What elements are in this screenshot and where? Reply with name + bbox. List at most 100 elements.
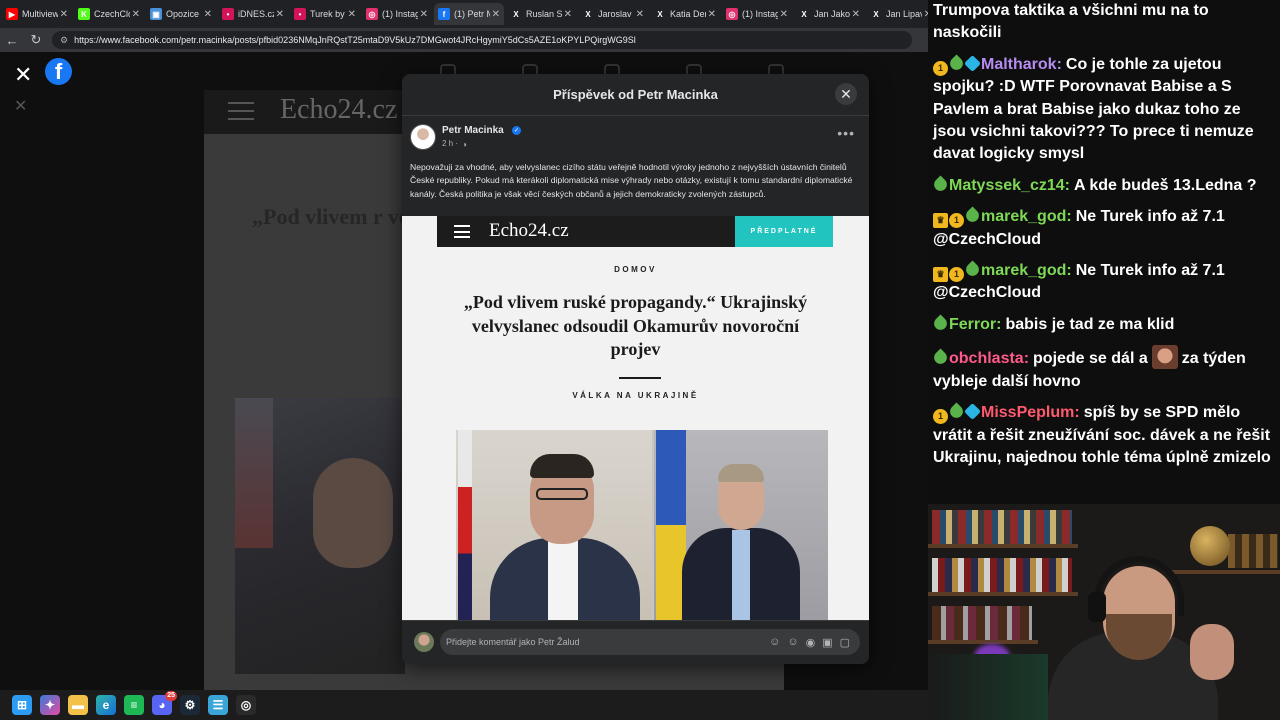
- url-input[interactable]: ⚙ https://www.facebook.com/petr.macinka/…: [52, 31, 912, 49]
- tab-close-icon[interactable]: ✕: [348, 9, 356, 20]
- obs-icon[interactable]: ◎: [236, 695, 256, 715]
- idnes-icon: •: [222, 8, 234, 20]
- discord-icon[interactable]: ◕ 25: [152, 691, 177, 715]
- dialog-header: Příspěvek od Petr Macinka ✕: [402, 74, 869, 116]
- stream-chat: Trumpova taktika a všichni mu na to nask…: [928, 0, 1280, 504]
- background-headline: „Pod vlivem r velvyslanec o: [252, 204, 402, 229]
- tab-title: Jan Lipav: [886, 9, 922, 19]
- site-info-icon[interactable]: ⚙: [60, 35, 68, 46]
- chat-username[interactable]: Matyssek_cz14:: [949, 177, 1070, 194]
- background-close-icon: ✕: [14, 98, 28, 115]
- windows-start-icon[interactable]: ⊞: [12, 695, 32, 715]
- browser-tab[interactable]: X Jan Lipav ✕: [866, 3, 928, 25]
- chat-username[interactable]: MissPeplum:: [981, 404, 1080, 421]
- browser-tab[interactable]: ▣ Opozice ✕: [146, 3, 216, 25]
- headset: [1094, 556, 1184, 616]
- gif-icon[interactable]: ▣: [822, 636, 832, 649]
- browser-tab[interactable]: • iDNES.cz ✕: [218, 3, 288, 25]
- browser-tab[interactable]: f (1) Petr M✕: [434, 3, 504, 25]
- subscribe-banner: PŘEDPLATNÉ: [735, 216, 833, 247]
- browser-tab[interactable]: X Jan Jakob✕: [794, 3, 864, 25]
- url-text: https://www.facebook.com/petr.macinka/po…: [74, 35, 636, 45]
- tab-close-icon[interactable]: ✕: [636, 9, 644, 20]
- tab-close-icon[interactable]: ✕: [492, 9, 500, 20]
- back-icon[interactable]: ←: [0, 28, 24, 52]
- tab-close-icon[interactable]: ✕: [564, 9, 572, 20]
- drop-badge-icon: [931, 314, 950, 333]
- chat-emote: [1151, 345, 1178, 370]
- tab-close-icon[interactable]: ✕: [276, 9, 284, 20]
- file-explorer-icon[interactable]: ▬: [68, 695, 88, 715]
- tab-close-icon[interactable]: ✕: [852, 9, 860, 20]
- chat-text: babis je tad ze ma klid: [1005, 315, 1175, 333]
- article-category: DOMOV: [614, 265, 657, 274]
- chat-text: A kde budeš 13.Ledna ?: [1073, 176, 1257, 194]
- avatar-sticker-icon[interactable]: ☺: [769, 636, 780, 649]
- tab-close-icon[interactable]: ✕: [780, 9, 788, 20]
- browser-tab[interactable]: • Turek by ✕: [290, 3, 360, 25]
- photo-right-person: 1: [654, 430, 828, 620]
- globe-decoration: [1190, 526, 1230, 566]
- browser-tab[interactable]: ◎ (1) Instagram✕: [722, 3, 792, 25]
- instagram-icon: ◎: [366, 8, 378, 20]
- comment-input[interactable]: Přidejte komentář jako Petr Žalud ☺ ☺ ◉ …: [440, 629, 860, 655]
- post-header: Petr Macinka ✓ 2 h · ◑ •••: [410, 123, 869, 155]
- browser-tab[interactable]: K CzechCloud✕: [74, 3, 144, 25]
- chat-username[interactable]: Ferror:: [949, 316, 1001, 333]
- chat-username[interactable]: marek_god:: [981, 262, 1072, 279]
- author-name[interactable]: Petr Macinka: [442, 125, 504, 136]
- chat-username[interactable]: Maltharok:: [981, 56, 1062, 73]
- echo-site-logo: Echo24.cz: [489, 220, 569, 241]
- chat-text: pojede se dál a: [1033, 350, 1148, 368]
- steam-icon[interactable]: ⚙: [180, 695, 200, 715]
- comment-bar: Přidejte komentář jako Petr Žalud ☺ ☺ ◉ …: [402, 620, 869, 664]
- tab-title: Ruslan St: [526, 9, 562, 19]
- sticker-icon[interactable]: ▢: [840, 636, 850, 649]
- idnes-icon: •: [294, 8, 306, 20]
- chat-message: Trumpova taktika a všichni mu na to nask…: [933, 0, 1274, 45]
- more-options-icon[interactable]: •••: [837, 125, 855, 141]
- chat-username[interactable]: obchlasta:: [949, 350, 1029, 367]
- browser-tab[interactable]: ▶ Multiview ✕: [2, 3, 72, 25]
- chat-message: obchlasta: pojede se dál a za týden vyblej…: [931, 345, 1274, 393]
- dialog-close-button[interactable]: ✕: [835, 83, 857, 105]
- edge-icon[interactable]: e: [96, 695, 116, 715]
- tab-title: iDNES.cz: [238, 9, 274, 19]
- tab-close-icon[interactable]: ✕: [708, 9, 716, 20]
- coin-badge-icon: 1: [949, 213, 964, 229]
- tab-close-icon[interactable]: ✕: [132, 9, 140, 20]
- crown-badge-icon: ♛: [933, 213, 948, 229]
- camera-icon[interactable]: ◉: [806, 636, 816, 649]
- chat-message: 1 MissPeplum: spíš by se SPD mělo vrátit a…: [933, 402, 1274, 469]
- reload-icon[interactable]: ↻: [24, 28, 48, 52]
- tab-title: Turek by: [310, 9, 345, 19]
- facebook-logo-icon[interactable]: f: [45, 58, 72, 85]
- echo-header-bar: Echo24.cz: [437, 216, 735, 247]
- browser-tab[interactable]: X Katia Der ✕: [650, 3, 720, 25]
- emoji-icon[interactable]: ☺: [787, 636, 798, 649]
- post-timestamp[interactable]: 2 h ·: [442, 139, 458, 148]
- author-avatar[interactable]: [410, 124, 436, 150]
- tab-title: CzechCloud: [94, 9, 130, 19]
- chat-message: Ferror: babis je tad ze ma klid: [931, 314, 1274, 336]
- spotify-icon[interactable]: ≡: [124, 695, 144, 715]
- public-audience-icon: ◑: [462, 140, 467, 149]
- close-icon[interactable]: ✕: [14, 62, 32, 88]
- coin-badge-icon: 1: [933, 60, 948, 76]
- tab-close-icon[interactable]: ✕: [60, 9, 68, 20]
- chat-text: Trumpova taktika a všichni mu na to nask…: [933, 2, 1209, 42]
- chat-username[interactable]: marek_god:: [981, 208, 1072, 225]
- tab-title: Jaroslav: [598, 9, 632, 19]
- copilot-icon[interactable]: ✦: [40, 695, 60, 715]
- drop-badge-icon: [931, 348, 950, 367]
- notepad-icon[interactable]: ☰: [208, 695, 228, 715]
- tab-title: Opozice: [166, 9, 200, 19]
- browser-tab[interactable]: ◎ (1) Instagram✕: [362, 3, 432, 25]
- tab-close-icon[interactable]: ✕: [420, 9, 428, 20]
- news-icon: ▣: [150, 8, 162, 20]
- tab-close-icon[interactable]: ✕: [204, 9, 212, 20]
- browser-tab[interactable]: X Ruslan St ✕: [506, 3, 576, 25]
- drop-badge-icon: [963, 260, 982, 279]
- post-image[interactable]: Echo24.cz PŘEDPLATNÉ DOMOV „Pod vlivem r…: [402, 216, 869, 620]
- browser-tab[interactable]: X Jaroslav ✕: [578, 3, 648, 25]
